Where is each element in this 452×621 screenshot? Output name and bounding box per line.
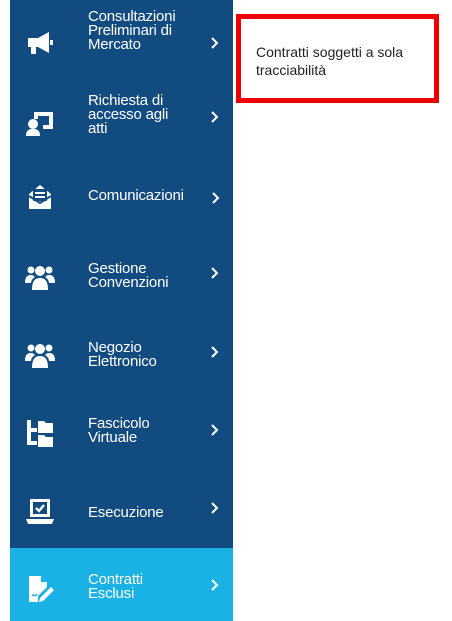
menu-label: Elettronico [88, 353, 157, 370]
menu-item-negozio-elettronico[interactable]: Negozio Elettronico [10, 312, 233, 390]
menu-label: Comunicazioni [88, 187, 184, 204]
menu-label: Esclusi [88, 585, 135, 602]
menu-item-comunicazioni[interactable]: Comunicazioni [10, 156, 233, 234]
chevron-right-icon [210, 423, 220, 437]
request-access-icon [25, 108, 55, 138]
tooltip-text: Contratti soggetti a sola tracciabilità [256, 44, 404, 78]
menu-item-fascicolo-virtuale[interactable]: Fascicolo Virtuale [10, 390, 233, 468]
envelope-icon [25, 182, 55, 212]
users-group-icon [25, 340, 55, 370]
megaphone-icon [25, 28, 55, 58]
menu-label: Esecuzione [88, 504, 164, 521]
page: Consultazioni Preliminari di Mercato Ric… [0, 0, 452, 621]
menu-label: atti [88, 120, 108, 137]
menu-label: Convenzioni [88, 274, 169, 291]
menu-item-contratti-esclusi[interactable]: Contratti Esclusi [10, 548, 233, 621]
menu-item-consultazioni[interactable]: Consultazioni Preliminari di Mercato [10, 0, 233, 78]
menu-item-gestione-convenzioni[interactable]: Gestione Convenzioni [10, 234, 233, 312]
chevron-right-icon [211, 191, 221, 205]
menu-item-richiesta-accesso[interactable]: Richiesta di accesso agli atti [10, 78, 233, 156]
chevron-right-icon [210, 266, 220, 280]
users-group-icon [25, 262, 55, 292]
menu-tooltip: Contratti soggetti a sola tracciabilità [236, 14, 439, 103]
sidebar-menu: Consultazioni Preliminari di Mercato Ric… [10, 0, 233, 621]
chevron-right-icon [210, 578, 220, 592]
folder-tree-icon [25, 418, 55, 448]
signed-document-icon [25, 574, 55, 604]
menu-label: Mercato [88, 36, 141, 53]
laptop-check-icon [25, 496, 55, 526]
menu-item-esecuzione[interactable]: Esecuzione [10, 468, 233, 546]
chevron-right-icon [210, 110, 220, 124]
chevron-right-icon [210, 501, 220, 515]
menu-label: Virtuale [88, 429, 137, 446]
chevron-right-icon [210, 36, 220, 50]
chevron-right-icon [210, 345, 220, 359]
